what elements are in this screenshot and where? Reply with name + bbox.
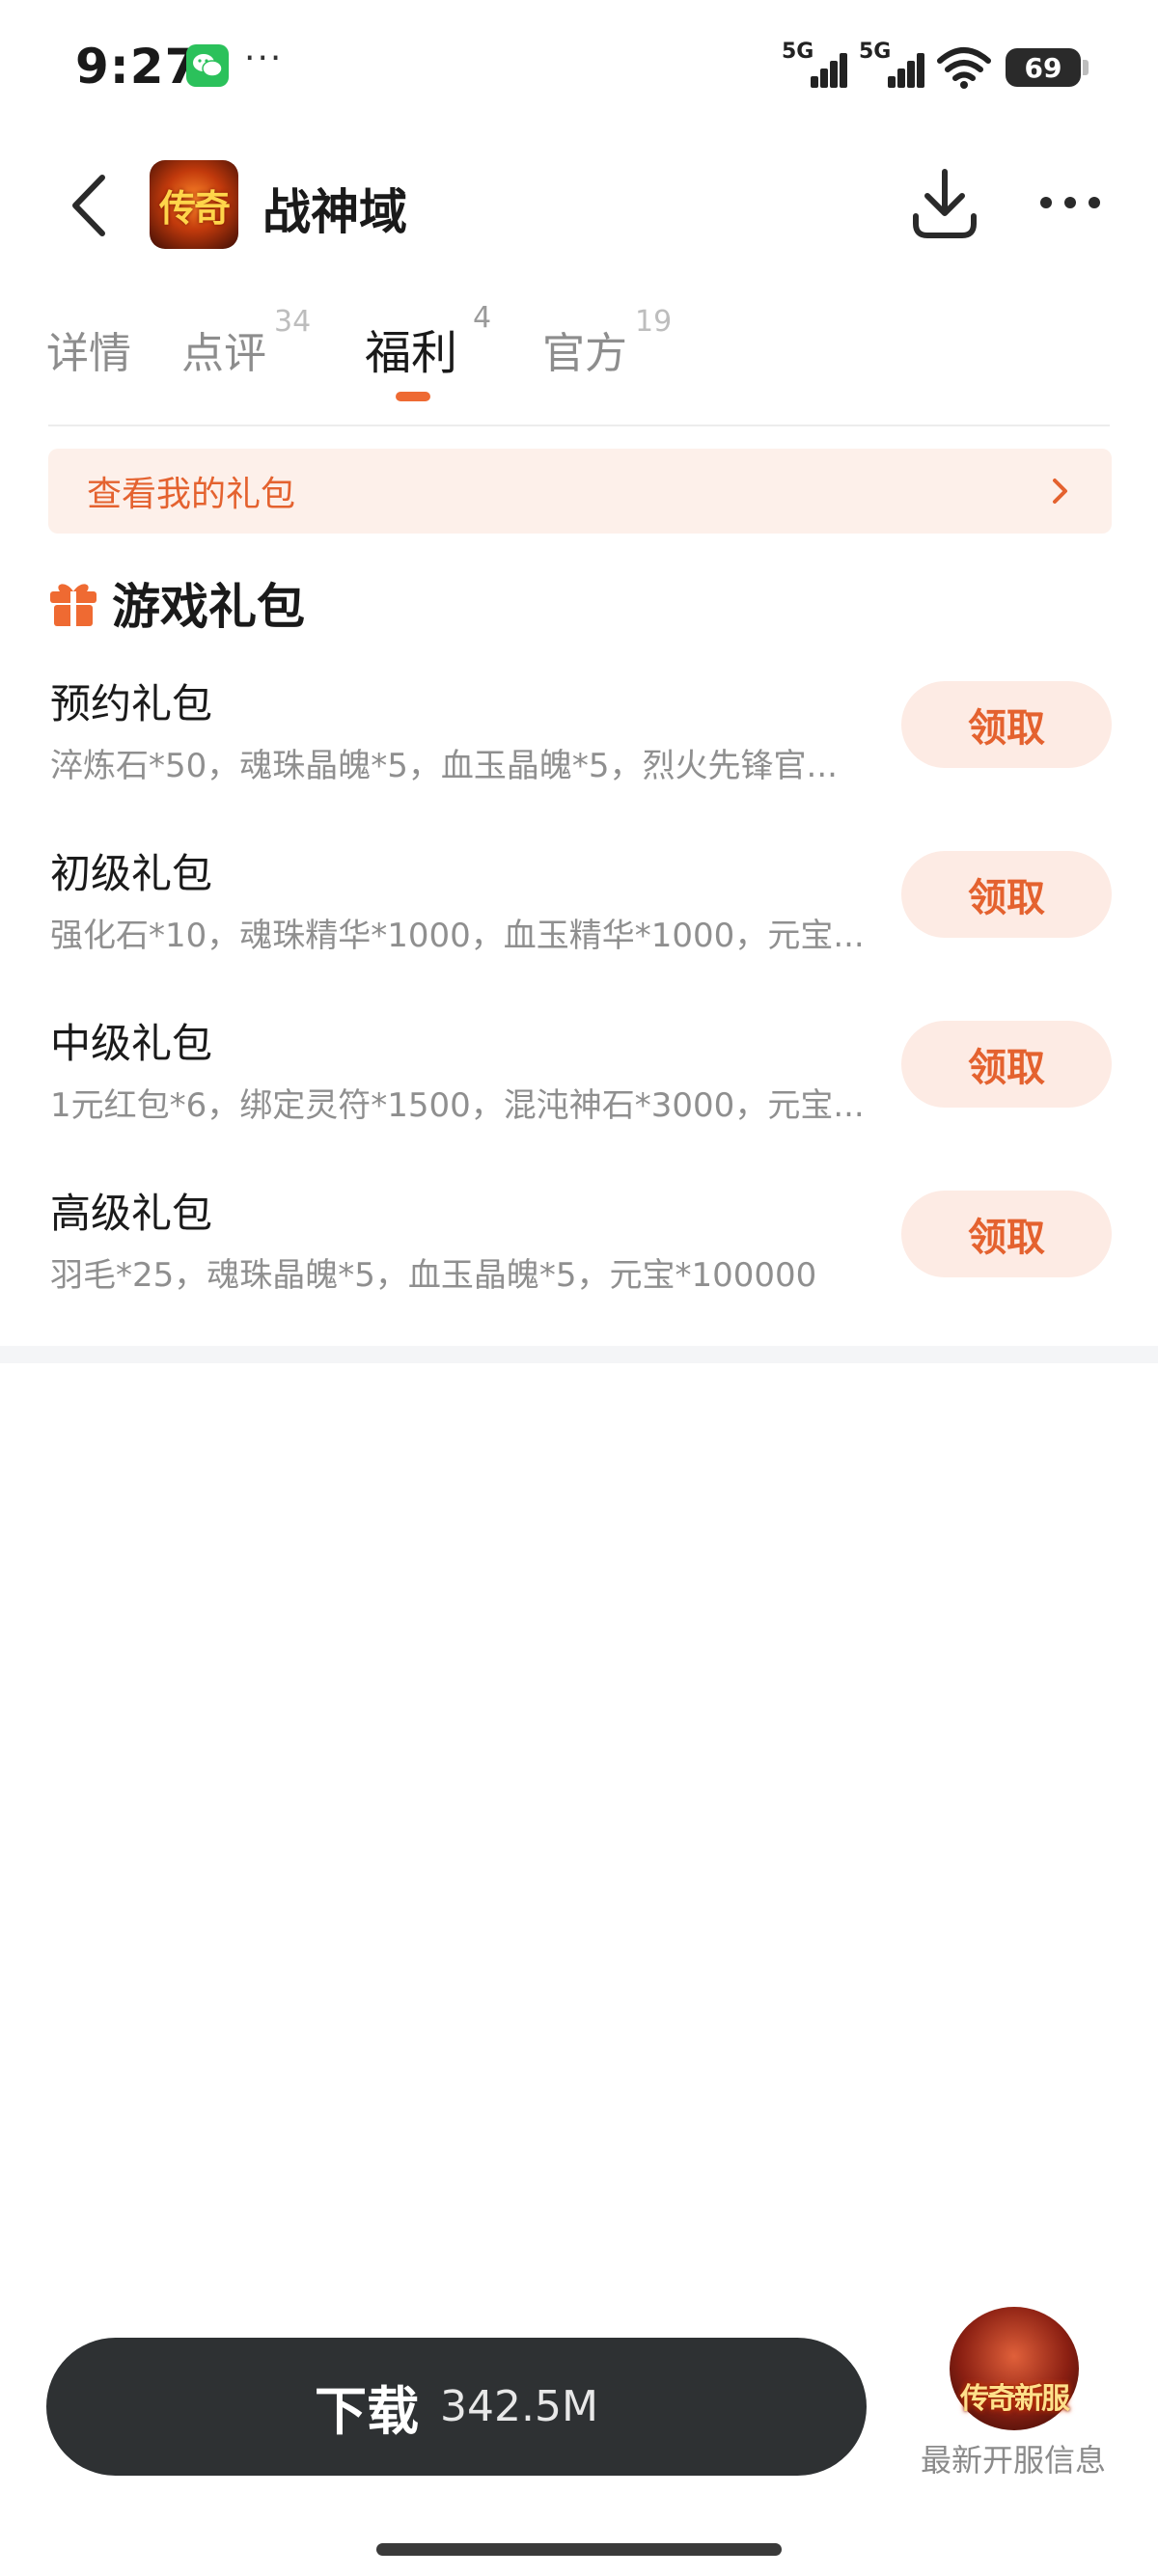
network-type-label: 5G: [782, 40, 814, 64]
status-bar: 9:27 ··· 5G 5G 69: [0, 0, 1158, 135]
gift-icon: [50, 584, 96, 626]
list-item: 预约礼包 淬炼石*50，魂珠晶魄*5，血玉晶魄*5，烈火先锋官... 领取: [48, 666, 1112, 836]
back-icon[interactable]: [60, 172, 118, 239]
section-header: 游戏礼包: [48, 574, 305, 635]
download-label: 下载: [315, 2381, 420, 2442]
wifi-icon: [937, 47, 991, 89]
battery-icon: 69: [1006, 48, 1089, 87]
status-time: 9:27: [75, 39, 200, 95]
chevron-right-icon: [1053, 479, 1067, 504]
download-icon[interactable]: [911, 168, 979, 241]
more-notifications-icon: ···: [244, 39, 284, 78]
gift-list: 预约礼包 淬炼石*50，魂珠晶魄*5，血玉晶魄*5，烈火先锋官... 领取 初级…: [48, 666, 1112, 1345]
tab-details[interactable]: 详情: [46, 318, 131, 380]
tab-label: 点评: [181, 329, 266, 378]
list-item: 初级礼包 强化石*10，魂珠精华*1000，血玉精华*1000，元宝... 领取: [48, 836, 1112, 1005]
tab-official[interactable]: 官方 19: [542, 305, 672, 380]
gift-name: 预约礼包: [50, 680, 213, 727]
page-title: 战神域: [262, 184, 407, 240]
app-icon-text: 传奇: [158, 185, 231, 230]
section-title: 游戏礼包: [112, 579, 305, 635]
my-gifts-banner[interactable]: 查看我的礼包: [48, 449, 1112, 534]
gift-name: 中级礼包: [50, 1020, 213, 1067]
download-size: 342.5M: [440, 2382, 598, 2431]
download-button[interactable]: 下载 342.5M: [46, 2338, 867, 2476]
app-header: 传奇 战神域: [0, 145, 1158, 265]
gift-description: 淬炼石*50，魂珠晶魄*5，血玉晶魄*5，烈火先锋官...: [50, 747, 838, 785]
new-server-badge-icon: 传奇新服: [950, 2307, 1079, 2430]
list-item: 中级礼包 1元红包*6，绑定灵符*1500，混沌神石*3000，元宝... 领取: [48, 1005, 1112, 1175]
tab-benefits[interactable]: 福利 4: [365, 301, 491, 382]
claim-button[interactable]: 领取: [901, 1021, 1112, 1108]
gift-name: 初级礼包: [50, 850, 213, 897]
tab-label: 官方: [542, 329, 627, 378]
tab-count: 4: [473, 301, 492, 335]
wechat-icon: [186, 44, 229, 87]
tab-count: 34: [274, 305, 312, 339]
gift-description: 强化石*10，魂珠精华*1000，血玉精华*1000，元宝...: [50, 917, 865, 955]
home-indicator[interactable]: [376, 2543, 782, 2556]
signal-icon: 5G: [859, 40, 924, 92]
new-server-info-button[interactable]: 传奇新服 最新开服信息: [913, 2301, 1114, 2484]
claim-button[interactable]: 领取: [901, 851, 1112, 938]
tab-bar: 详情 点评 34 福利 4 官方 19: [0, 289, 1158, 425]
gift-name: 高级礼包: [50, 1190, 213, 1237]
signal-icon: 5G: [782, 40, 847, 92]
tab-reviews[interactable]: 点评 34: [181, 305, 311, 380]
new-server-label: 最新开服信息: [920, 2442, 1106, 2479]
my-gifts-label: 查看我的礼包: [87, 475, 296, 514]
more-icon[interactable]: [1040, 193, 1100, 212]
gift-description: 1元红包*6，绑定灵符*1500，混沌神石*3000，元宝...: [50, 1086, 865, 1125]
tab-count: 19: [635, 305, 673, 339]
network-type-label: 5G: [859, 40, 892, 64]
battery-level: 69: [1024, 51, 1062, 84]
app-icon: 传奇: [150, 160, 238, 249]
claim-button[interactable]: 领取: [901, 681, 1112, 768]
new-server-badge-text: 传奇新服: [960, 2382, 1070, 2416]
claim-button[interactable]: 领取: [901, 1191, 1112, 1277]
tab-label: 福利: [365, 326, 458, 380]
list-item: 高级礼包 羽毛*25，魂珠晶魄*5，血玉晶魄*5，元宝*100000 领取: [48, 1175, 1112, 1345]
active-tab-indicator: [396, 392, 430, 401]
divider: [48, 425, 1110, 426]
gift-description: 羽毛*25，魂珠晶魄*5，血玉晶魄*5，元宝*100000: [50, 1256, 817, 1295]
tab-label: 详情: [46, 329, 131, 378]
section-divider: [0, 1346, 1158, 1363]
